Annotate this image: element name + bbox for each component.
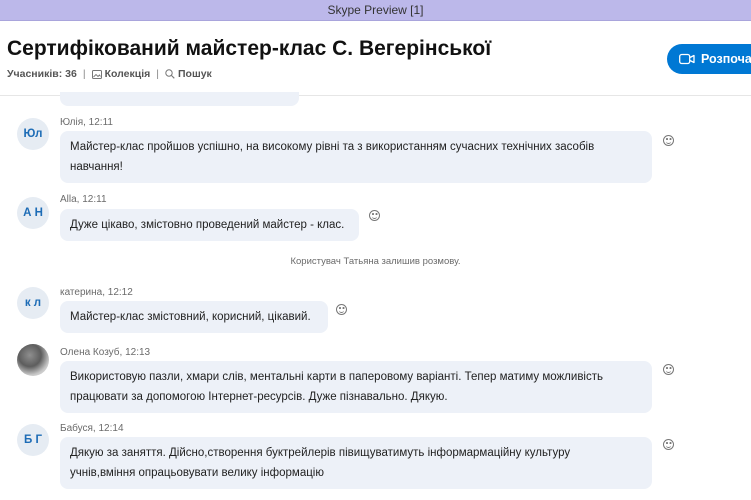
meta-separator: |	[156, 68, 159, 80]
message-line: Дуже цікаво, змістовно проведений майсте…	[70, 219, 345, 231]
message-bubble[interactable]: Дуже цікаво, змістовно проведений майсте…	[60, 209, 359, 241]
message-line: Використовую пазли, хмари слів, ментальн…	[70, 371, 603, 383]
avatar[interactable]: Б Г	[17, 424, 49, 456]
previous-message-bubble	[60, 92, 299, 106]
conversation-title: Сертифікований майстер-клас С. Вегерінсь…	[7, 37, 492, 60]
message-line: учнів,вміння опрацьовувати велику інформ…	[70, 467, 324, 479]
message-bubble[interactable]: Дякую за заняття. Дійсно,створення буктр…	[60, 437, 652, 489]
participants-count[interactable]: Учасників: 36	[7, 68, 77, 80]
message-bubble[interactable]: Майстер-клас змістовний, корисний, цікав…	[60, 301, 328, 333]
message-bubble[interactable]: Майстер-клас пройшов успішно, на високом…	[60, 131, 652, 183]
message-feed[interactable]: Юл Юлія, 12:11 Майстер-клас пройшов успі…	[0, 92, 751, 500]
window-title: Skype Preview [1]	[327, 3, 424, 17]
avatar[interactable]: А Н	[17, 197, 49, 229]
smiley-icon[interactable]	[663, 135, 674, 146]
collection-link[interactable]: Колекція	[91, 68, 151, 80]
avatar[interactable]	[17, 344, 49, 376]
message-sender: катерина, 12:12	[60, 287, 133, 298]
message-line: Майстер-клас пройшов успішно, на високом…	[70, 141, 595, 153]
system-message: Користувач Татьяна залишив розмову.	[290, 256, 461, 267]
avatar[interactable]: к л	[17, 287, 49, 319]
message-bubble[interactable]: Використовую пазли, хмари слів, ментальн…	[60, 361, 652, 413]
smiley-icon[interactable]	[663, 364, 674, 375]
video-call-icon	[679, 53, 695, 65]
search-link[interactable]: Пошук	[165, 68, 212, 80]
smiley-icon[interactable]	[369, 210, 380, 221]
conversation-meta: Учасників: 36 | Колекція | Пошук	[7, 68, 212, 80]
meta-separator: |	[82, 68, 86, 80]
search-icon	[165, 69, 175, 79]
message-sender: Бабуся, 12:14	[60, 423, 124, 434]
start-call-button[interactable]: Розпоча	[667, 44, 751, 74]
start-call-label: Розпоча	[701, 52, 751, 66]
message-sender: Юлія, 12:11	[60, 117, 113, 128]
message-sender: Олена Козуб, 12:13	[60, 347, 151, 358]
collection-label: Колекція	[104, 68, 151, 80]
conversation-header: Сертифікований майстер-клас С. Вегерінсь…	[0, 21, 751, 96]
message-line: працювати за допомогою Інтернет-ресурсів…	[70, 391, 448, 403]
smiley-icon[interactable]	[336, 304, 347, 315]
window-titlebar: Skype Preview [1]	[0, 0, 751, 21]
message-line: навчання!	[70, 161, 123, 173]
message-line: Дякую за заняття. Дійсно,створення буктр…	[70, 447, 571, 459]
message-sender: Alla, 12:11	[60, 194, 107, 205]
message-line: Майстер-клас змістовний, корисний, цікав…	[70, 311, 311, 323]
smiley-icon[interactable]	[663, 439, 674, 450]
gallery-icon	[91, 69, 102, 79]
avatar[interactable]: Юл	[17, 118, 49, 150]
search-label: Пошук	[177, 68, 212, 80]
